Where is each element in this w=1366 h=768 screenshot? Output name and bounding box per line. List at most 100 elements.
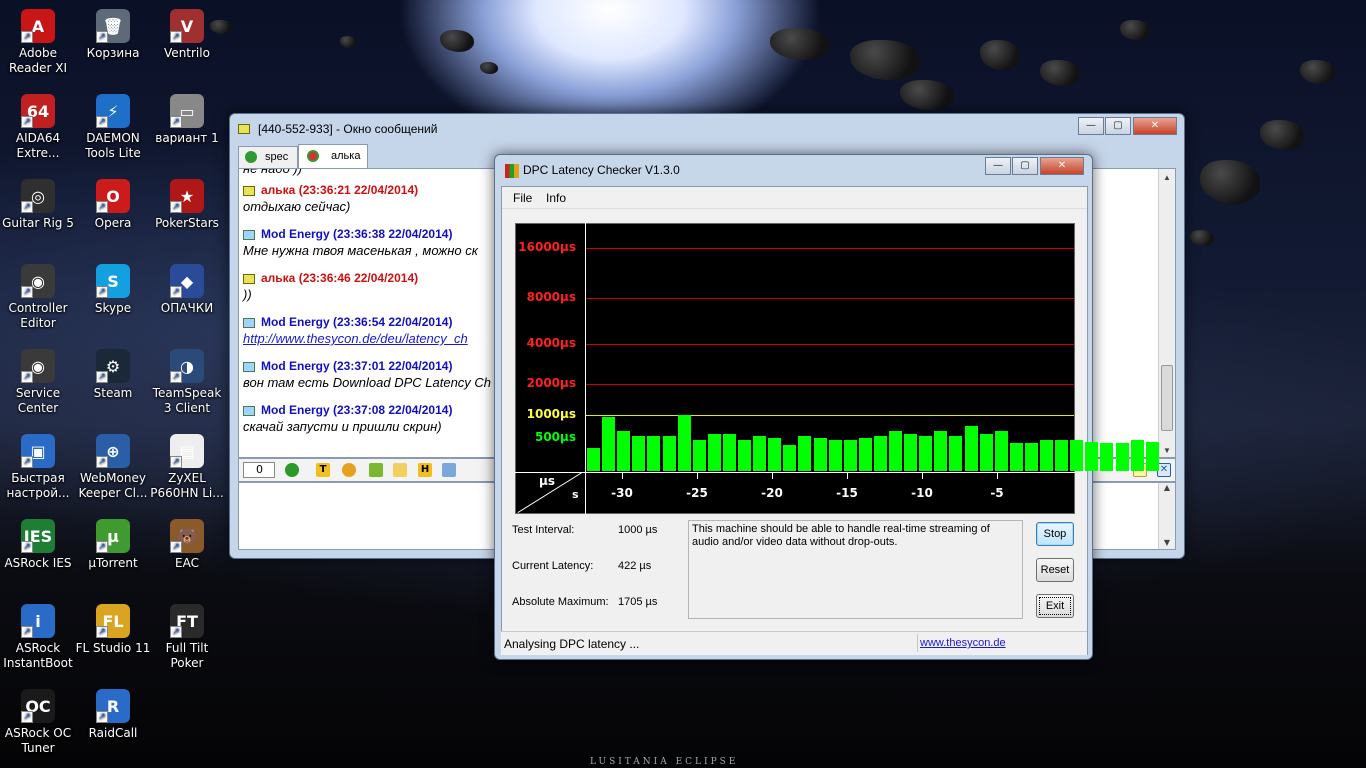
screenshot-icon[interactable] <box>442 463 456 477</box>
shortcut-arrow-icon: ↗ <box>21 286 33 298</box>
test-interval-label: Test Interval: <box>512 524 575 536</box>
close-button[interactable]: ✕ <box>1040 157 1084 175</box>
app-icon: ◉ ↗ <box>21 349 55 383</box>
app-icon: A ↗ <box>21 9 55 43</box>
shortcut-arrow-icon: ↗ <box>21 116 33 128</box>
text-format-icon[interactable]: T <box>316 463 330 477</box>
maximize-button[interactable]: ▢ <box>1012 157 1038 175</box>
dpc-app-icon <box>505 164 519 178</box>
thesycon-link[interactable]: www.thesycon.de <box>920 637 1006 649</box>
menu-file[interactable]: File <box>513 191 532 205</box>
desktop-icon[interactable]: ◉ ↗ Controller Editor <box>0 260 76 340</box>
desktop-icon[interactable]: ◆ ↗ ОПАЧКИ <box>149 260 225 340</box>
latency-bar <box>934 431 947 471</box>
app-icon: IES ↗ <box>21 519 55 553</box>
stop-button[interactable]: Stop <box>1036 522 1074 546</box>
menu-bar: File Info <box>502 187 1087 209</box>
desktop-icon[interactable]: ◎ ↗ Guitar Rig 5 <box>0 175 76 255</box>
desktop-icon[interactable]: A ↗ Adobe Reader XI <box>0 5 76 85</box>
desktop-icon[interactable]: ▤ ↗ ZyXEL P660HN Li... <box>149 430 225 510</box>
smiley-icon[interactable] <box>285 463 299 477</box>
desktop-icon[interactable]: FL ↗ FL Studio 11 <box>75 600 151 680</box>
latency-bar <box>1010 443 1023 471</box>
asteroid <box>1300 60 1336 84</box>
shortcut-arrow-icon: ↗ <box>21 456 33 468</box>
history-icon[interactable]: H <box>418 463 432 477</box>
y-tick-label: 8000µs <box>526 290 576 304</box>
latency-bar <box>617 431 630 471</box>
menu-info[interactable]: Info <box>546 191 566 205</box>
desktop-icon[interactable]: µ ↗ µTorrent <box>75 515 151 595</box>
color-icon[interactable] <box>342 463 356 477</box>
asteroid <box>480 62 498 74</box>
grid-line <box>586 415 1074 416</box>
shortcut-arrow-icon: ↗ <box>96 371 108 383</box>
message-time: (23:37:01 22/04/2014) <box>333 359 453 373</box>
desktop-icon[interactable]: ★ ↗ PokerStars <box>149 175 225 255</box>
app-icon: ◑ ↗ <box>170 349 204 383</box>
close-button[interactable]: ✕ <box>1133 117 1177 135</box>
desktop-icon[interactable]: R ↗ RaidCall <box>75 685 151 765</box>
desktop-icon[interactable]: ▣ ↗ Быстрая настрой... <box>0 430 76 510</box>
char-counter: 0 <box>243 462 275 478</box>
latency-bar <box>1085 442 1098 471</box>
desktop-icon-label: Ventrilo <box>164 46 210 60</box>
desktop-icon[interactable]: ◑ ↗ TeamSpeak 3 Client <box>149 345 225 425</box>
dpc-titlebar[interactable]: DPC Latency Checker V1.3.0 — ▢ ✕ <box>495 155 1092 185</box>
asteroid <box>1190 230 1214 246</box>
save-icon[interactable] <box>369 463 383 477</box>
message-link[interactable]: http://www.thesycon.de/deu/latency_ch <box>243 331 468 346</box>
minimize-button[interactable]: — <box>985 157 1011 175</box>
history-scrollbar[interactable]: ▲ ▼ <box>1158 169 1175 457</box>
message-sender: Mod Energy <box>261 227 330 241</box>
desktop-icon[interactable]: ◉ ↗ Service Center <box>0 345 76 425</box>
desktop-icon[interactable]: FT ↗ Full Tilt Poker <box>149 600 225 680</box>
minimize-button[interactable]: — <box>1078 117 1104 135</box>
desktop-icon-label: Корзина <box>86 46 140 60</box>
message-sender: алька <box>261 183 296 197</box>
scroll-down-arrow[interactable]: ▼ <box>1159 446 1175 455</box>
desktop-icon[interactable]: ⚙ ↗ Steam <box>75 345 151 425</box>
desktop-icon-label: ASRock OC Tuner <box>4 726 72 755</box>
tab-spec[interactable]: spec <box>238 146 298 168</box>
dpc-window-title: DPC Latency Checker V1.3.0 <box>523 163 680 177</box>
desktop-icon[interactable]: ⚡ ↗ DAEMON Tools Lite <box>75 90 151 170</box>
desktop-icon[interactable]: IES ↗ ASRock IES <box>0 515 76 595</box>
latency-bar <box>1070 440 1083 471</box>
y-tick-label: 500µs <box>534 430 576 444</box>
desktop-icon-label: Быстрая настрой... <box>6 471 70 500</box>
shortcut-arrow-icon: ↗ <box>21 711 33 723</box>
desktop-icon[interactable]: 🐻 ↗ EAC <box>149 515 225 595</box>
scroll-up-arrow[interactable]: ▲ <box>1159 173 1175 182</box>
asteroid <box>980 40 1020 70</box>
image-icon[interactable] <box>393 463 407 477</box>
chat-titlebar[interactable]: [440-552-933] - Окно сообщений — ▢ ✕ <box>230 114 1184 144</box>
desktop-icon[interactable]: 🗑 ↗ Корзина <box>75 5 151 85</box>
desktop-icon-label: EAC <box>175 556 199 570</box>
latency-bar <box>995 431 1008 471</box>
exit-button[interactable]: Exit <box>1036 594 1074 618</box>
reset-button[interactable]: Reset <box>1036 558 1074 582</box>
desktop-icon[interactable]: O ↗ Opera <box>75 175 151 255</box>
x-tick-label: -20 <box>761 486 783 500</box>
desktop-icon[interactable]: i ↗ ASRock InstantBoot <box>0 600 76 680</box>
clear-icon[interactable]: ✕ <box>1157 463 1171 477</box>
x-axis-divider <box>515 472 1075 473</box>
maximize-button[interactable]: ▢ <box>1105 117 1131 135</box>
desktop-icon[interactable]: OC ↗ ASRock OC Tuner <box>0 685 76 765</box>
desktop-icon[interactable]: ▭ ↗ вариант 1 <box>149 90 225 170</box>
desktop-icon[interactable]: V ↗ Ventrilo <box>149 5 225 85</box>
input-scrollbar[interactable]: ▲ ▼ <box>1158 483 1175 549</box>
message-header: Mod Energy (23:37:08 22/04/2014) <box>243 403 452 417</box>
tab-alka[interactable]: алька <box>298 144 368 168</box>
app-icon: R ↗ <box>96 689 130 723</box>
message-text: )) <box>243 287 252 302</box>
latency-bar <box>1055 440 1068 471</box>
scroll-thumb[interactable] <box>1161 365 1173 431</box>
status-text: Analysing DPC latency ... <box>504 637 640 651</box>
desktop-icon[interactable]: 64 ↗ AIDA64 Extre... <box>0 90 76 170</box>
app-icon: ⚡ ↗ <box>96 94 130 128</box>
desktop-icon[interactable]: ⊕ ↗ WebMoney Keeper Cl... <box>75 430 151 510</box>
app-icon: S ↗ <box>96 264 130 298</box>
desktop-icon[interactable]: S ↗ Skype <box>75 260 151 340</box>
